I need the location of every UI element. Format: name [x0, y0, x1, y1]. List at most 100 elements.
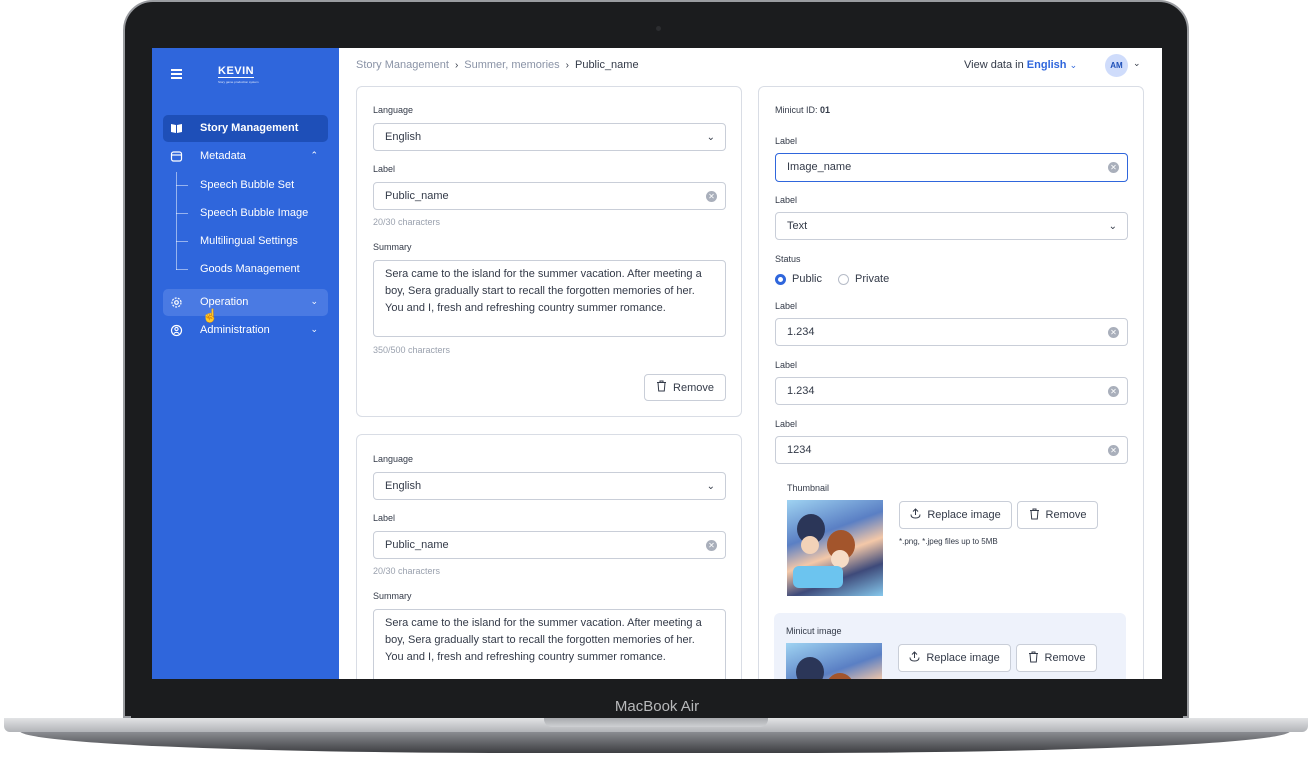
label-input[interactable]: Public_name ✕	[373, 531, 726, 559]
trash-icon	[1028, 651, 1039, 666]
number-input-value: 1.234	[787, 326, 815, 338]
thumbnail-image	[787, 500, 883, 596]
sidebar-item-label: Story Management	[200, 122, 299, 134]
summary-field-label: Summary	[373, 242, 412, 252]
image-name-input-value: Image_name	[787, 161, 852, 173]
chevron-down-icon: ⌄	[1108, 221, 1117, 232]
clear-icon[interactable]: ✕	[706, 191, 717, 202]
language-select[interactable]: English ⌄	[373, 472, 726, 500]
status-radio-private[interactable]	[838, 274, 849, 285]
chevron-down-icon: ⌄	[1069, 60, 1078, 70]
breadcrumb: Story Management › Summer, memories › Pu…	[356, 59, 639, 71]
chevron-right-icon: ›	[454, 59, 459, 71]
breadcrumb-item[interactable]: Story Management	[356, 59, 449, 71]
summary-field-label: Summary	[373, 591, 412, 601]
replace-image-button[interactable]: Replace image	[898, 644, 1011, 672]
remove-button[interactable]: Remove	[644, 374, 726, 401]
tree-connector	[176, 213, 188, 214]
language-switcher[interactable]: View data in English ⌄	[964, 59, 1077, 71]
minicut-id-value: 01	[820, 105, 831, 115]
language-select-value: English	[385, 480, 422, 492]
sidebar-item-administration[interactable]: Administration ⌄	[163, 317, 328, 344]
sidebar: KEVIN Story game production system Story…	[152, 48, 339, 679]
book-icon	[170, 122, 183, 135]
minicut-image-label: Minicut image	[786, 626, 842, 636]
sidebar-subitem-goods-management[interactable]: Goods Management	[200, 263, 300, 276]
label-input-value: Public_name	[385, 190, 449, 202]
clear-icon[interactable]: ✕	[1108, 327, 1119, 338]
field-label: Label	[775, 301, 798, 311]
avatar[interactable]: AM	[1105, 54, 1128, 77]
label-field-label: Label	[373, 513, 396, 523]
language-field-label: Language	[373, 105, 414, 115]
remove-thumbnail-button[interactable]: Remove	[1017, 501, 1098, 529]
sidebar-item-story-management[interactable]: Story Management	[163, 115, 328, 142]
remove-label: Remove	[1045, 509, 1087, 521]
menu-icon[interactable]	[171, 69, 182, 79]
tree-connector	[176, 269, 188, 270]
sidebar-subitem-multilingual-settings[interactable]: Multilingual Settings	[200, 235, 298, 248]
chevron-down-icon: ⌄	[310, 324, 318, 334]
chevron-right-icon: ›	[565, 59, 569, 71]
status-option-label: Public	[792, 273, 822, 285]
language-select[interactable]: English ⌄	[373, 123, 726, 151]
clear-icon[interactable]: ✕	[1108, 386, 1119, 397]
tree-connector	[176, 241, 188, 242]
chevron-up-icon: ⌃	[310, 150, 318, 160]
trash-icon	[1029, 508, 1040, 523]
minicut-id: Minicut ID: 01	[775, 105, 830, 115]
status-radio-public[interactable]	[775, 274, 786, 285]
sidebar-item-metadata[interactable]: Metadata ⌃	[163, 143, 328, 170]
clear-icon[interactable]: ✕	[706, 540, 717, 551]
language-switcher-value[interactable]: English	[1027, 59, 1067, 71]
number-input[interactable]: 1.234 ✕	[775, 318, 1128, 346]
replace-image-button[interactable]: Replace image	[899, 501, 1012, 529]
replace-image-label: Replace image	[926, 652, 1000, 664]
file-hint: *.png, *.jpeg files up to 5MB	[899, 537, 998, 546]
breadcrumb-item[interactable]: Summer, memories	[464, 59, 559, 71]
brand-tagline: Story game production system	[218, 80, 259, 84]
sidebar-item-label: Metadata	[200, 150, 246, 162]
label-field-label: Label	[373, 164, 396, 174]
number-input[interactable]: 1234 ✕	[775, 436, 1128, 464]
number-input-value: 1.234	[787, 385, 815, 397]
minicut-image	[786, 643, 882, 679]
summary-textarea[interactable]: Sera came to the island for the summer v…	[373, 609, 726, 679]
language-field-label: Language	[373, 454, 414, 464]
number-input[interactable]: 1.234 ✕	[775, 377, 1128, 405]
label-char-count: 20/30 characters	[373, 217, 441, 227]
minicut-id-label: Minicut ID:	[775, 105, 818, 115]
label-input-value: Public_name	[385, 539, 449, 551]
remove-label: Remove	[1044, 652, 1086, 664]
replace-image-label: Replace image	[927, 509, 1001, 521]
language-select-value: English	[385, 131, 422, 143]
field-label: Label	[775, 360, 798, 370]
label-input[interactable]: Public_name ✕	[373, 182, 726, 210]
number-input-value: 1234	[787, 444, 812, 456]
chevron-down-icon[interactable]: ⌄	[1133, 58, 1141, 69]
laptop-chin: MacBook Air	[131, 694, 1183, 718]
tree-connector	[176, 172, 177, 270]
field-label: Label	[775, 136, 798, 146]
sidebar-item-operation[interactable]: Operation ⌄	[163, 289, 328, 316]
image-name-input[interactable]: Image_name ✕	[775, 153, 1128, 182]
language-card: Language English ⌄ Label Public_name ✕ 2…	[356, 86, 742, 417]
clear-icon[interactable]: ✕	[1108, 162, 1119, 173]
breadcrumb-current: Public_name	[574, 59, 639, 71]
language-switcher-prefix: View data in	[964, 59, 1024, 71]
sidebar-subitem-speech-bubble-set[interactable]: Speech Bubble Set	[200, 179, 294, 192]
upload-icon	[910, 508, 921, 522]
summary-textarea[interactable]: Sera came to the island for the summer v…	[373, 260, 726, 337]
remove-minicut-button[interactable]: Remove	[1016, 644, 1097, 672]
type-select[interactable]: Text ⌄	[775, 212, 1128, 240]
sidebar-subitem-speech-bubble-image[interactable]: Speech Bubble Image	[200, 207, 308, 220]
brand-logo[interactable]: KEVIN	[218, 66, 255, 78]
app-screen: KEVIN Story game production system Story…	[152, 48, 1162, 679]
clear-icon[interactable]: ✕	[1108, 445, 1119, 456]
language-card: Language English ⌄ Label Public_name ✕ 2…	[356, 434, 742, 679]
sidebar-item-label: Administration	[200, 324, 270, 336]
upload-icon	[909, 651, 920, 665]
status-label: Status	[775, 254, 801, 264]
minicut-image-section: Minicut image Replace image Remove	[774, 613, 1126, 679]
label-char-count: 20/30 characters	[373, 566, 441, 576]
